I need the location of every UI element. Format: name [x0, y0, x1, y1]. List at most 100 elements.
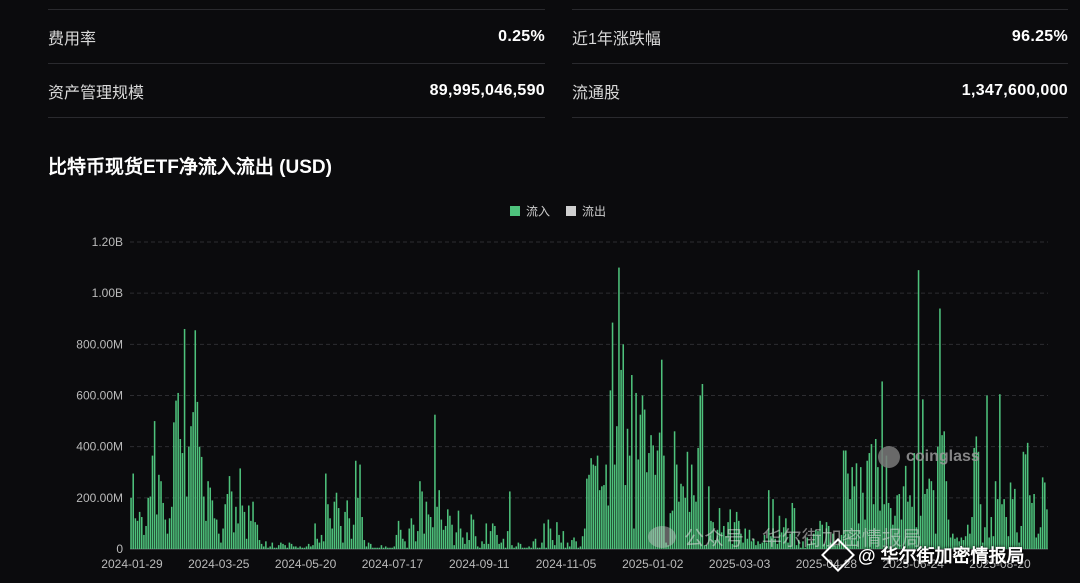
inflow-bar [288, 542, 291, 549]
inflow-bar [316, 538, 319, 549]
inflow-bar [243, 511, 246, 549]
inflow-bar [515, 546, 518, 549]
inflow-bar [408, 528, 411, 549]
inflow-bar [292, 546, 295, 549]
inflow-bar [273, 547, 276, 549]
inflow-bar [1014, 488, 1016, 549]
inflow-bar [502, 538, 505, 549]
inflow-bar [314, 523, 316, 549]
inflow-bar [986, 395, 988, 549]
inflow-bar [553, 545, 556, 549]
inflow-bar [575, 541, 577, 550]
inflow-bar [451, 524, 453, 549]
inflow-bar [457, 510, 460, 550]
inflow-bar [427, 514, 430, 549]
inflow-bar [513, 547, 515, 549]
inflow-bar [483, 543, 485, 549]
inflow-bar [357, 497, 359, 549]
inflow-bar [598, 490, 601, 549]
inflow-bar [472, 519, 475, 549]
inflow-bar [312, 545, 314, 549]
inflow-bar [455, 532, 458, 549]
inflow-bar [277, 545, 280, 549]
y-tick-label: 0 [116, 542, 123, 556]
inflow-bar [391, 547, 393, 549]
inflow-bar [262, 546, 265, 549]
legend-swatch [566, 206, 576, 216]
inflow-bar [340, 525, 342, 549]
inflow-bar [397, 520, 400, 549]
inflow-bar [412, 524, 415, 549]
inflow-bar [143, 534, 145, 549]
inflow-bar [363, 540, 366, 549]
inflow-bar [162, 502, 164, 549]
inflow-bar [260, 543, 263, 549]
inflow-bar [389, 547, 391, 549]
inflow-bar [549, 528, 552, 549]
inflow-bar [583, 528, 586, 549]
inflow-bar [449, 515, 451, 549]
inflow-bar [917, 270, 920, 549]
inflow-bar [1009, 482, 1012, 549]
inflow-bar [479, 547, 481, 549]
inflow-bar [190, 426, 192, 549]
inflow-bar [209, 487, 212, 549]
x-tick-label: 2024-11-05 [536, 557, 597, 571]
inflow-bar [183, 328, 186, 549]
inflow-bar [374, 547, 376, 549]
inflow-bar [230, 491, 233, 549]
inflow-bar [399, 529, 402, 549]
x-tick-label: 2024-07-17 [362, 557, 424, 571]
y-tick-label: 200.00M [76, 491, 123, 505]
inflow-bar [444, 525, 447, 549]
inflow-bar [256, 524, 259, 549]
inflow-bar [247, 505, 250, 549]
inflow-bar [530, 547, 532, 549]
inflow-bar [519, 543, 522, 549]
inflow-bar [643, 409, 646, 549]
y-tick-label: 400.00M [76, 440, 123, 454]
inflow-bar [626, 428, 629, 549]
inflow-bar [637, 459, 639, 549]
inflow-bar [181, 453, 184, 549]
inflow-bar [342, 542, 344, 549]
inflow-bar [421, 491, 423, 549]
legend-label: 流出 [582, 205, 606, 219]
inflow-bar [310, 546, 312, 549]
inflow-bar [999, 394, 1001, 549]
legend-label: 流入 [526, 205, 550, 219]
inflow-bar [367, 542, 370, 549]
inflow-bar [333, 501, 336, 549]
inflow-bar [329, 518, 331, 549]
inflow-bar [481, 541, 483, 550]
inflow-bar [290, 543, 293, 549]
inflow-bar [327, 504, 329, 549]
inflow-bar [547, 519, 550, 549]
inflow-bar [425, 501, 428, 549]
inflow-bar [945, 481, 948, 549]
inflow-bar [641, 395, 644, 549]
inflow-bar [534, 538, 537, 549]
inflow-bar [660, 359, 663, 549]
inflow-bar [177, 392, 179, 549]
inflow-bar [352, 524, 355, 549]
inflow-bar [509, 491, 511, 549]
inflow-bar [145, 525, 147, 549]
inflow-bar [213, 518, 216, 549]
inflow-bar [601, 486, 603, 549]
source-text: @ 华尔街加密情报局 [858, 546, 1025, 566]
inflow-bar [151, 455, 154, 549]
inflow-bar [536, 547, 539, 549]
inflow-bar [337, 508, 340, 549]
inflow-bar [378, 547, 381, 549]
inflow-bar [226, 494, 229, 549]
inflow-bar [496, 534, 498, 549]
inflow-bar [590, 458, 592, 549]
inflow-bar [579, 546, 582, 549]
y-tick-label: 800.00M [76, 337, 123, 351]
inflow-bar [628, 455, 631, 549]
inflow-bar [1022, 451, 1025, 549]
inflow-bar [233, 532, 235, 549]
inflow-bar [175, 400, 177, 549]
inflow-bar [438, 490, 440, 549]
